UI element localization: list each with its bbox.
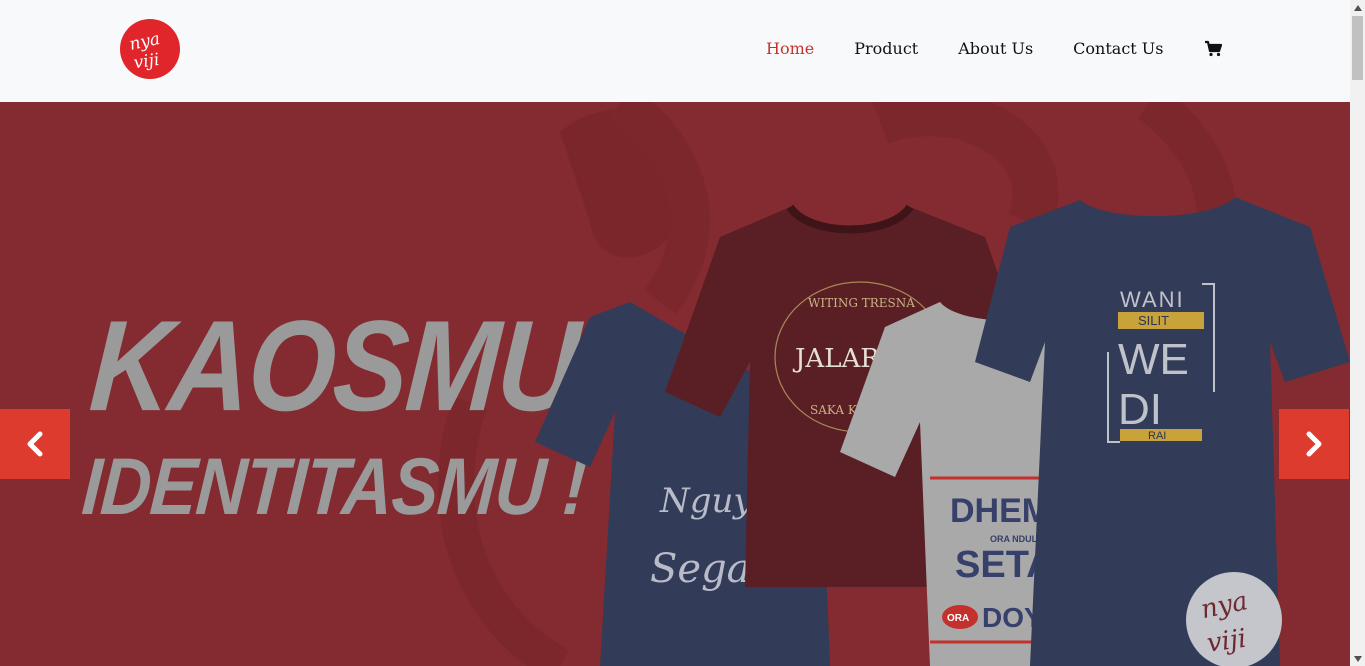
svg-text:viji: viji xyxy=(132,50,160,73)
carousel-next-button[interactable] xyxy=(1279,409,1349,479)
watermark-logo: nya viji xyxy=(1186,572,1282,666)
nav-home[interactable]: Home xyxy=(766,38,814,60)
shirt-text: RAI xyxy=(1148,430,1166,442)
tshirt-showcase: Nguyah Sega WITING TRESNA JALARAN SAKA K… xyxy=(535,197,1350,666)
scroll-down-arrow-icon[interactable] xyxy=(1350,651,1365,666)
scrollbar-thumb[interactable] xyxy=(1352,16,1363,80)
shirt-text: SILIT xyxy=(1138,313,1169,328)
shirt-text: WE xyxy=(1118,335,1189,384)
main-nav: Home Product About Us Contact Us xyxy=(766,38,1224,60)
brand-logo-mark: nya viji xyxy=(128,29,162,73)
hero-headline-line2: IDENTITASMU ! xyxy=(79,441,589,532)
shirt-text: WANI xyxy=(1120,287,1185,312)
svg-text:viji: viji xyxy=(1205,624,1248,659)
nav-contact-us[interactable]: Contact Us xyxy=(1073,38,1163,60)
shirt-text: ORA xyxy=(947,613,969,624)
shirt-text: WITING TRESNA xyxy=(808,296,915,310)
shopping-cart-icon[interactable] xyxy=(1204,39,1224,59)
nav-product[interactable]: Product xyxy=(854,38,918,60)
chevron-right-icon xyxy=(1306,431,1322,457)
nav-about-us[interactable]: About Us xyxy=(958,38,1033,60)
hero-carousel: KAOSMU IDENTITASMU ! Nguyah Sega WITING … xyxy=(0,102,1350,666)
scroll-up-arrow-icon[interactable] xyxy=(1350,0,1365,15)
site-header: nya viji Home Product About Us Contact U… xyxy=(0,0,1350,102)
brand-logo[interactable]: nya viji xyxy=(120,19,180,79)
page-scrollbar[interactable] xyxy=(1350,0,1365,666)
shirt-text: Sega xyxy=(650,546,751,592)
shirt-text: DI xyxy=(1118,385,1162,434)
carousel-prev-button[interactable] xyxy=(0,409,70,479)
chevron-left-icon xyxy=(27,431,43,457)
